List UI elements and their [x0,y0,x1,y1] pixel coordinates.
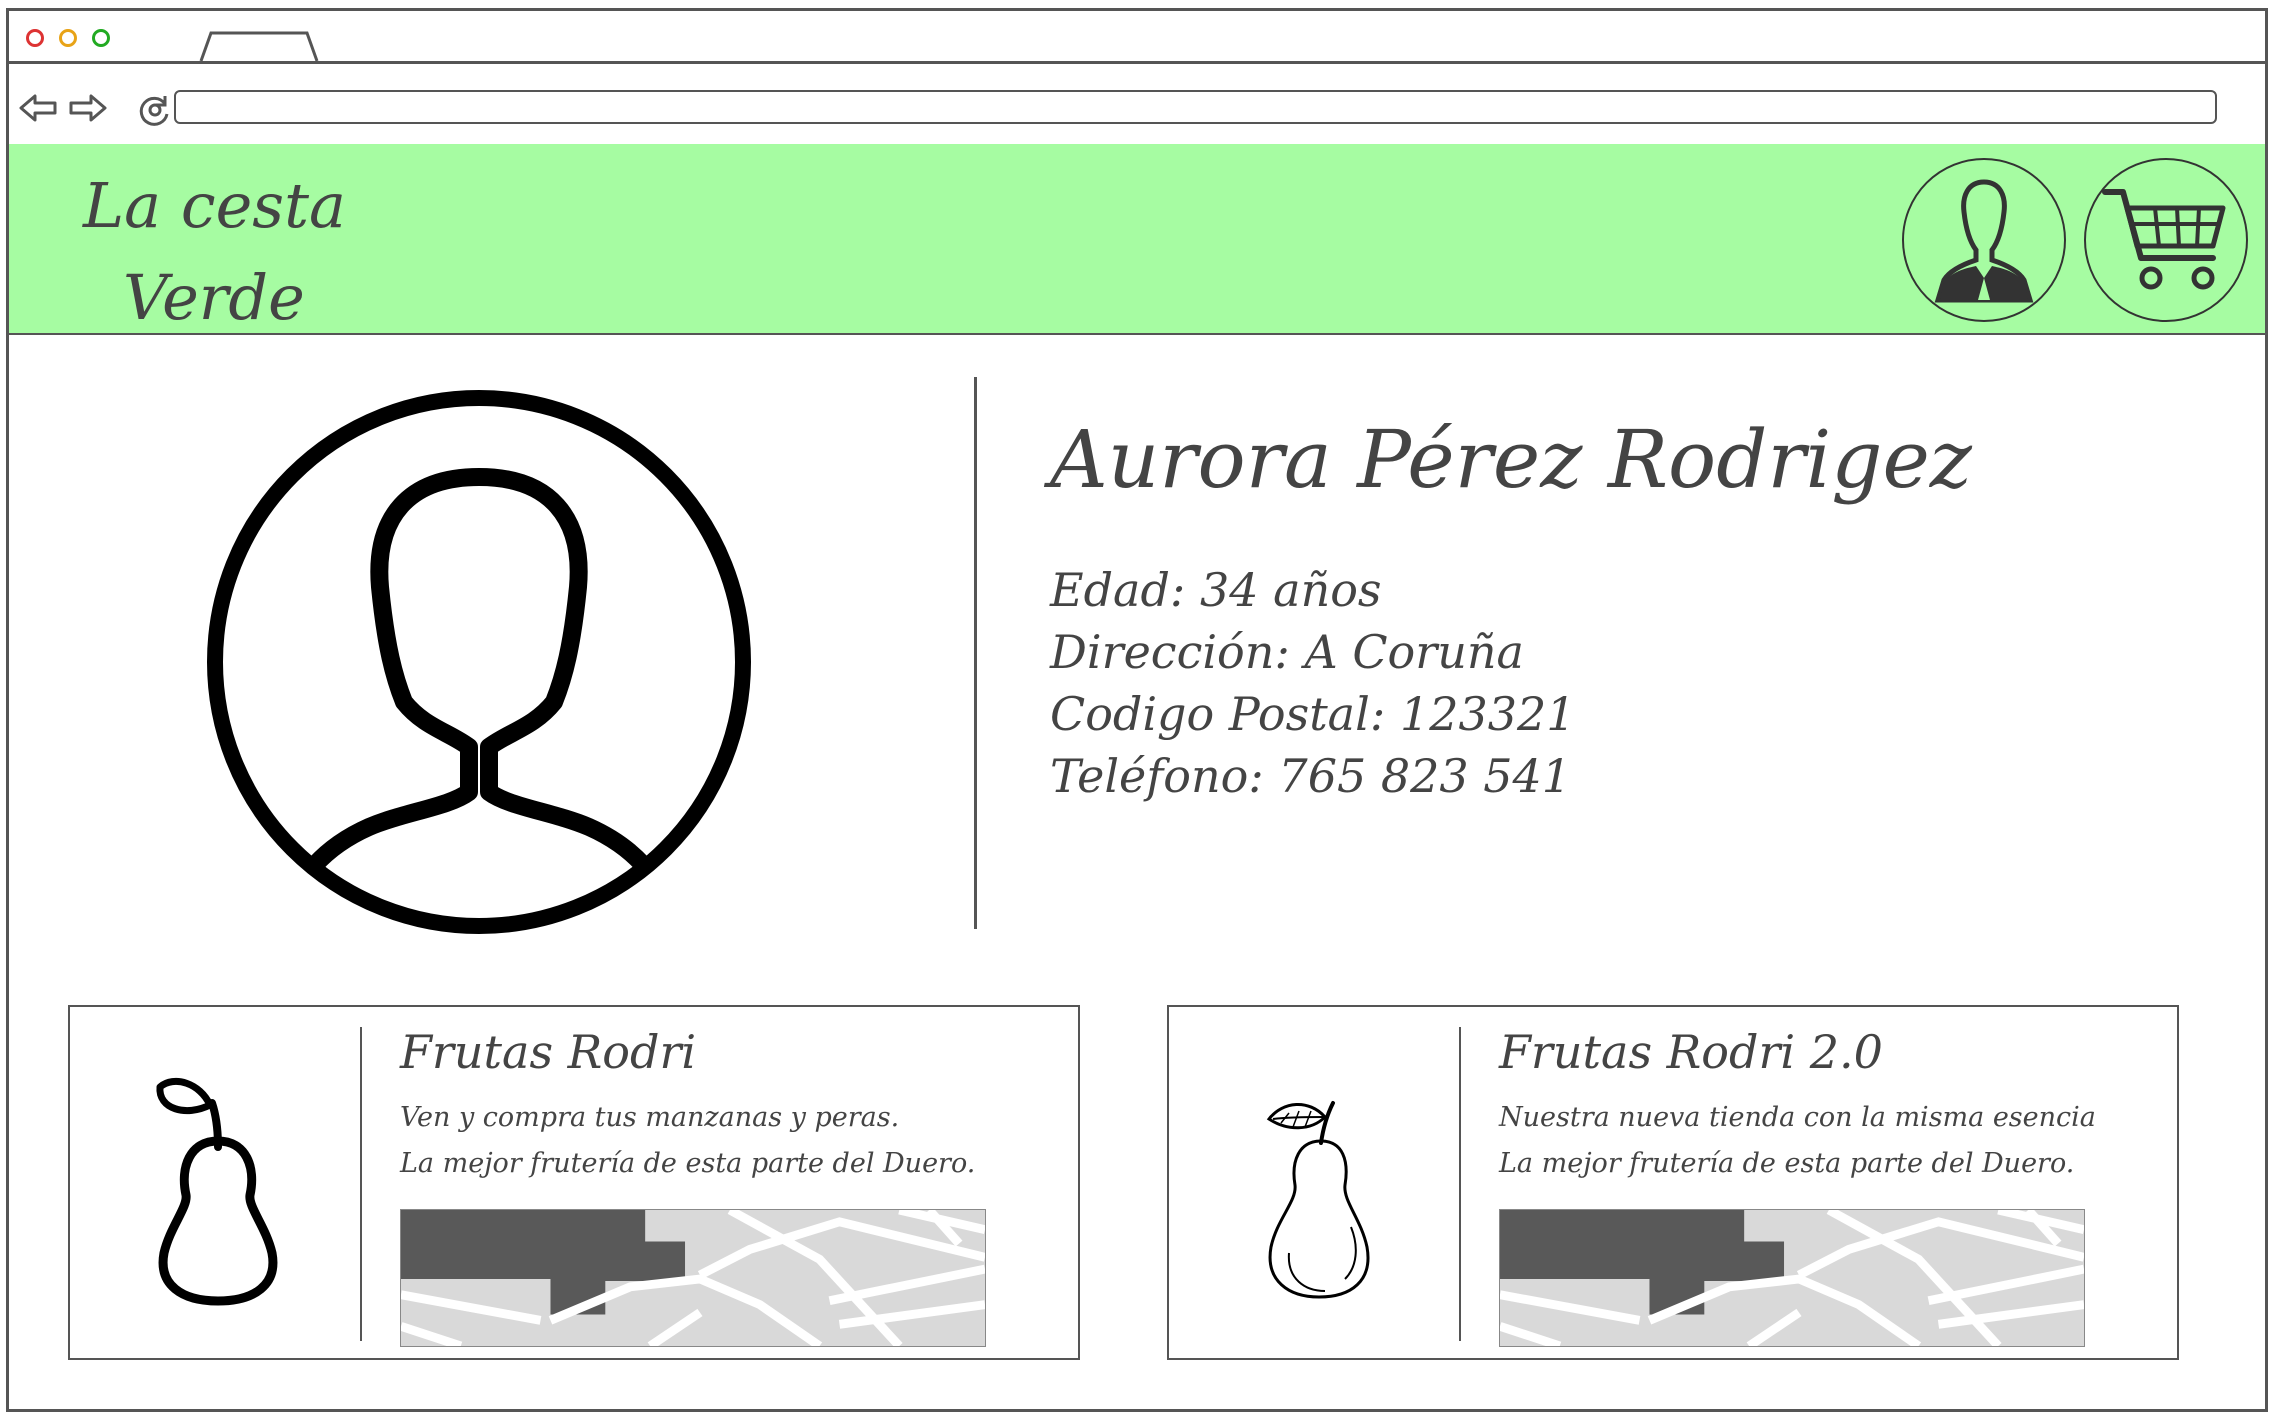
store-description-line: Ven y compra tus manzanas y peras. [400,1102,900,1133]
store-description-line: La mejor frutería de esta parte del Duer… [1499,1148,2075,1179]
browser-tab[interactable] [199,31,319,61]
card-divider [1459,1027,1461,1341]
site-header: La cesta Verde [9,144,2265,335]
store-card[interactable]: Frutas Rodri Ven y compra tus manzanas y… [68,1005,1080,1360]
pear-with-leaf-icon [1266,1101,1370,1299]
site-logo[interactable]: La cesta Verde [83,160,423,344]
forward-arrow-icon[interactable] [67,92,109,124]
store-description: Nuestra nueva tienda con la misma esenci… [1499,1095,2096,1187]
brand-line-1: La cesta [83,169,346,242]
user-account-button[interactable] [1902,158,2066,322]
url-input[interactable] [174,90,2217,124]
maximize-window-icon[interactable] [92,29,110,47]
user-icon [1934,179,2034,303]
store-card[interactable]: Frutas Rodri 2.0 Nuestra nueva tienda co… [1167,1005,2179,1360]
profile-divider [974,377,977,929]
profile-postal-code: Codigo Postal: 123321 [1050,687,1576,741]
store-map[interactable] [400,1209,986,1347]
reload-icon[interactable] [137,92,173,128]
store-description: Ven y compra tus manzanas y peras. La me… [400,1095,975,1187]
profile-address: Dirección: A Coruña [1050,625,1524,679]
shopping-cart-icon [2102,189,2226,290]
tab-bar [9,11,2265,64]
store-map[interactable] [1499,1209,2085,1347]
back-arrow-icon[interactable] [17,92,59,124]
store-title[interactable]: Frutas Rodri [400,1025,696,1079]
profile-avatar-icon [207,390,751,934]
address-bar [9,64,2265,147]
pear-icon [156,1077,278,1306]
profile-age: Edad: 34 años [1050,563,1382,617]
browser-window: La cesta Verde Aurora Pérez Rodrigez Eda… [6,8,2268,1412]
page-root: La cesta Verde Aurora Pérez Rodrigez Eda… [0,0,2277,1421]
shopping-cart-button[interactable] [2084,158,2248,322]
profile-phone: Teléfono: 765 823 541 [1050,749,1572,803]
store-description-line: La mejor frutería de esta parte del Duer… [400,1148,976,1179]
minimize-window-icon[interactable] [59,29,77,47]
close-window-icon[interactable] [26,29,44,47]
store-title[interactable]: Frutas Rodri 2.0 [1499,1025,1883,1079]
profile-details: Edad: 34 años Dirección: A Coruña Codigo… [1050,559,1576,807]
store-description-line: Nuestra nueva tienda con la misma esenci… [1499,1102,2096,1133]
profile-name: Aurora Pérez Rodrigez [1050,413,1972,506]
card-divider [360,1027,362,1341]
brand-line-2: Verde [123,261,305,334]
